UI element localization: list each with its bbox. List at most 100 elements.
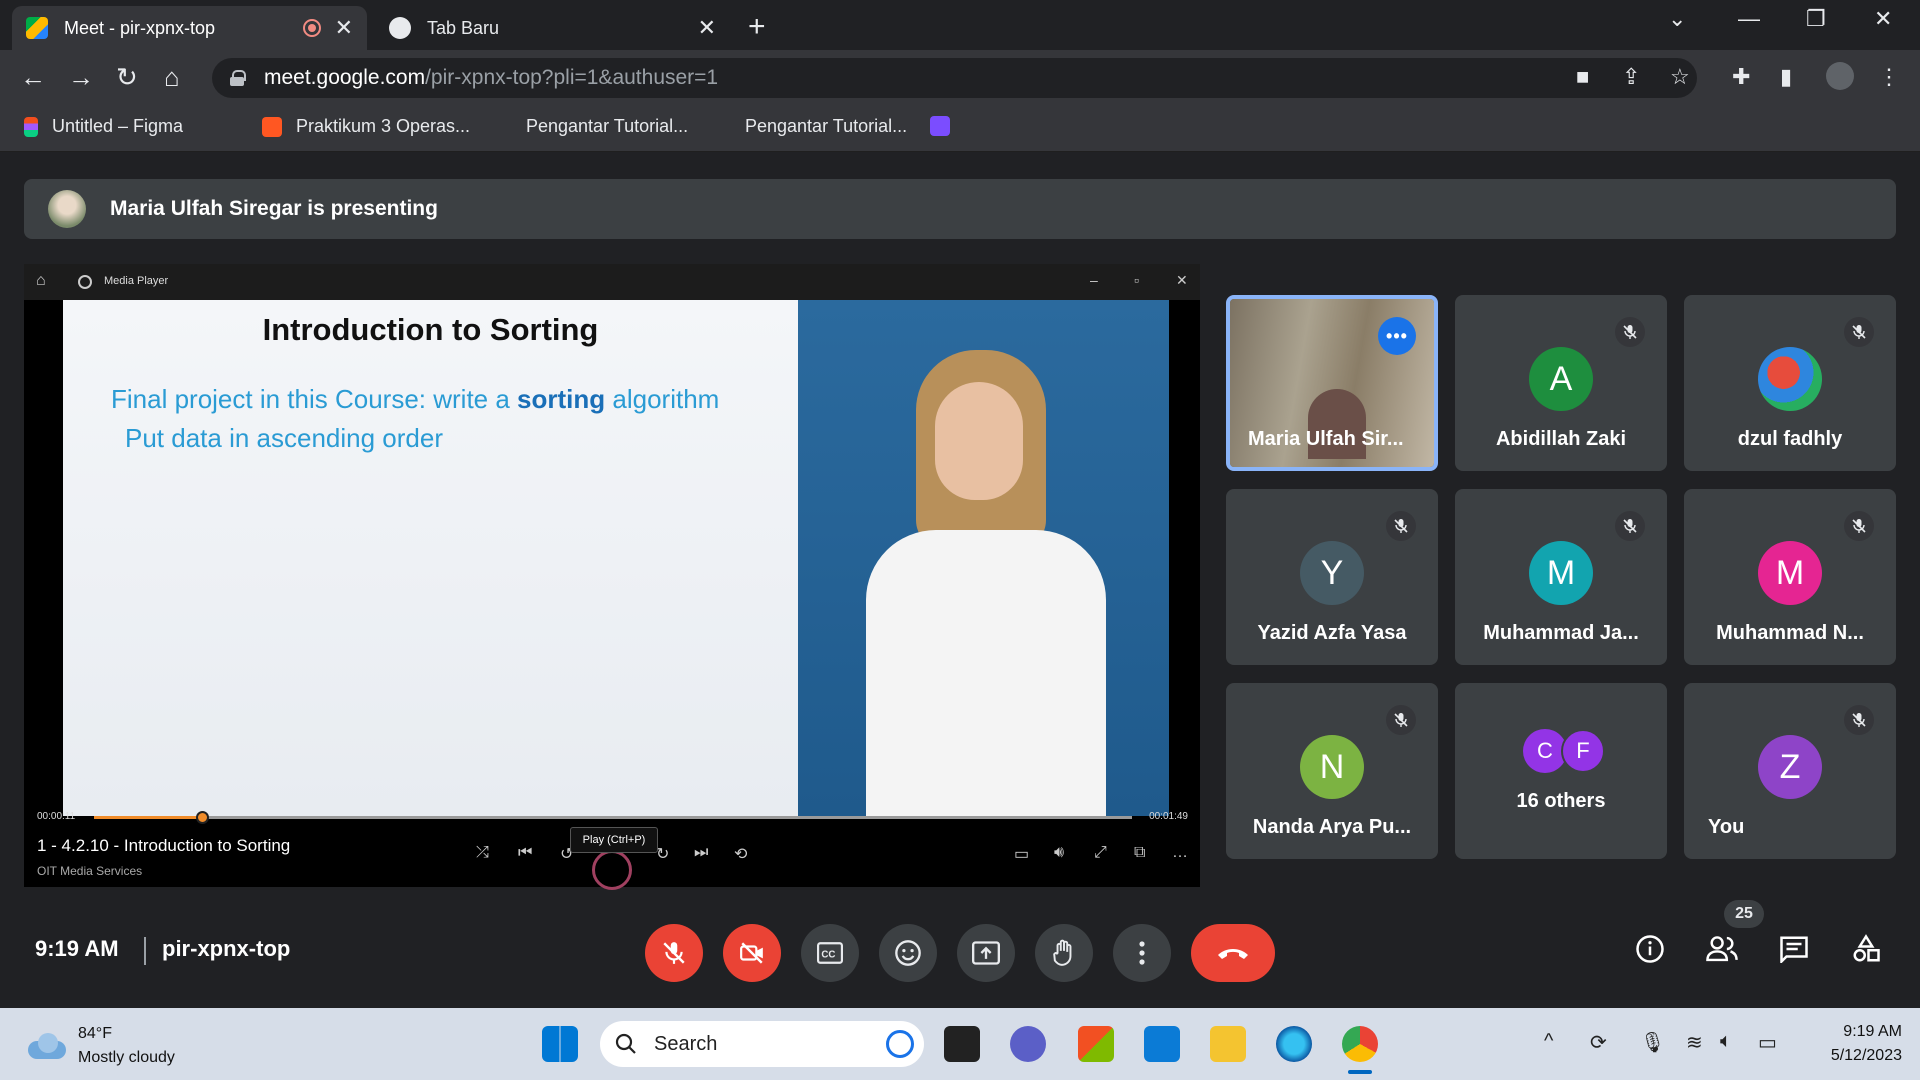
instructor-face — [935, 382, 1023, 500]
battery-icon[interactable]: ▭ — [1758, 1030, 1777, 1055]
tab-title: Tab Baru — [427, 17, 500, 38]
participant-name: Maria Ulfah Sir... — [1248, 428, 1404, 450]
captions-button[interactable]: CC — [801, 924, 859, 982]
mic-off-icon — [1615, 511, 1645, 541]
captions-icon: ▭ — [1014, 846, 1030, 863]
lock-icon[interactable] — [230, 70, 246, 86]
participant-tile[interactable]: dzul fadhly — [1684, 295, 1896, 471]
minimize-icon[interactable]: — — [1738, 6, 1760, 32]
others-tile[interactable]: C F 16 others — [1455, 683, 1667, 859]
address-bar[interactable]: meet.google.com/pir-xpnx-top?pli=1&authu… — [212, 58, 1697, 98]
extensions-icon[interactable]: ✚ — [1732, 64, 1750, 90]
activities-icon — [1853, 934, 1880, 962]
participant-tile[interactable]: N Nanda Arya Pu... — [1226, 683, 1438, 859]
wifi-icon[interactable]: ≋ — [1686, 1030, 1703, 1055]
task-view-icon[interactable] — [944, 1026, 980, 1062]
more-options-button[interactable] — [1113, 924, 1171, 982]
windows-start-icon[interactable] — [542, 1026, 578, 1062]
participant-tile-you[interactable]: Z You — [1684, 683, 1896, 859]
present-screen-button[interactable] — [957, 924, 1015, 982]
weather-widget[interactable]: 84°F Mostly cloudy — [28, 1022, 175, 1070]
participant-tile[interactable]: A Abidillah Zaki — [1455, 295, 1667, 471]
time-total: 00:01:49 — [1149, 811, 1188, 822]
others-count: 16 others — [1516, 790, 1606, 812]
sync-icon[interactable]: ⟳ — [1590, 1030, 1607, 1055]
search-icon — [615, 1033, 636, 1054]
bookmark-figma[interactable]: Untitled – Figma — [24, 116, 183, 137]
leave-call-button[interactable] — [1191, 924, 1275, 982]
active-app-indicator — [1348, 1070, 1372, 1074]
close-tab-icon[interactable]: ✕ — [698, 15, 716, 41]
forward-icon[interactable]: → — [68, 62, 94, 93]
share-icon[interactable]: ⇪ — [1622, 64, 1640, 90]
menu-icon[interactable]: ⋮ — [1878, 64, 1900, 90]
microphone-icon[interactable]: 🎙︎ — [1640, 1030, 1665, 1055]
reload-icon[interactable]: ↻ — [116, 62, 138, 93]
participant-tile[interactable]: M Muhammad N... — [1684, 489, 1896, 665]
media-player-titlebar: ⌂ Media Player – ▫ ✕ — [24, 264, 1200, 300]
divider — [144, 937, 146, 965]
temperature: 84°F — [78, 1025, 112, 1042]
participant-tile-maria[interactable]: ••• Maria Ulfah Sir... — [1226, 295, 1438, 471]
tab-new[interactable]: Tab Baru ✕ — [375, 6, 730, 50]
restore-icon[interactable]: ❐ — [1806, 6, 1826, 32]
forward-30-icon: ↻ — [656, 846, 670, 863]
taskbar-search[interactable]: Search — [600, 1021, 924, 1067]
activities-button[interactable] — [1846, 929, 1886, 969]
side-panel-icon[interactable]: ▮ — [1780, 64, 1792, 90]
miniplayer-icon: ⧉ — [1134, 844, 1146, 861]
chat-button[interactable] — [1774, 929, 1814, 969]
show-hidden-icons[interactable]: ^ — [1544, 1030, 1553, 1053]
system-date: 5/12/2023 — [1830, 1047, 1902, 1064]
people-icon — [1706, 936, 1738, 962]
store-icon[interactable] — [1078, 1026, 1114, 1062]
new-tab-button[interactable]: + — [748, 10, 766, 44]
bookmark-pengantar-2[interactable]: Pengantar Tutorial... — [745, 116, 907, 137]
next-icon: ⏭ — [694, 844, 709, 861]
l-app-icon[interactable] — [1144, 1026, 1180, 1062]
participant-name: You — [1708, 816, 1745, 838]
more-icon: … — [1172, 844, 1188, 861]
url-path: /pir-xpnx-top?pli=1&authuser=1 — [425, 66, 719, 89]
reactions-button[interactable] — [879, 924, 937, 982]
raise-hand-button[interactable] — [1035, 924, 1093, 982]
bookmark-list[interactable] — [930, 116, 964, 136]
participant-tile[interactable]: M Muhammad Ja... — [1455, 489, 1667, 665]
recording-icon — [302, 19, 321, 37]
close-window-icon[interactable]: ✕ — [1874, 6, 1892, 32]
slide: Introduction to Sorting Final project in… — [63, 300, 798, 816]
people-button[interactable] — [1702, 929, 1742, 969]
volume-icon[interactable]: 🔈︎ — [1720, 1030, 1732, 1053]
tab-search-icon[interactable]: ⌄ — [1668, 6, 1686, 32]
meeting-details-button[interactable] — [1630, 929, 1670, 969]
tab-meet[interactable]: Meet - pir-xpnx-top ✕ — [12, 6, 367, 50]
previous-icon: ⏮ — [518, 844, 533, 861]
teams-chat-icon[interactable] — [1010, 1026, 1046, 1062]
more-options-icon[interactable]: ••• — [1378, 317, 1416, 355]
chat-icon — [1780, 936, 1808, 963]
slide-line-2: Put data in ascending order — [125, 423, 443, 453]
close-tab-icon[interactable]: ✕ — [335, 15, 353, 41]
edge-icon[interactable] — [1276, 1026, 1312, 1062]
mic-off-icon — [1386, 511, 1416, 541]
file-explorer-icon[interactable] — [1210, 1026, 1246, 1062]
bookmark-pengantar-1[interactable]: Pengantar Tutorial... — [526, 116, 688, 137]
participant-tile[interactable]: Y Yazid Azfa Yasa — [1226, 489, 1438, 665]
mic-off-icon — [1844, 511, 1874, 541]
info-icon — [1636, 935, 1664, 963]
camera-icon[interactable]: ■ — [1576, 64, 1589, 90]
camera-toggle-button[interactable] — [723, 924, 781, 982]
chrome-icon[interactable] — [1342, 1026, 1378, 1062]
maximize-icon: ▫ — [1134, 272, 1139, 288]
back-icon[interactable]: ← — [20, 62, 46, 93]
profile-avatar[interactable] — [1826, 62, 1854, 90]
bookmark-star-icon[interactable]: ☆ — [1670, 64, 1690, 90]
slide-line-1: Final project in this Course: write a so… — [111, 384, 719, 415]
bookmark-label: Pengantar Tutorial... — [745, 116, 908, 136]
blogger-icon — [262, 116, 282, 137]
mic-toggle-button[interactable] — [645, 924, 703, 982]
system-clock[interactable]: 9:19 AM 5/12/2023 — [1806, 1020, 1902, 1068]
participant-avatar: M — [1758, 541, 1822, 605]
bookmark-praktikum[interactable]: Praktikum 3 Operas... — [262, 116, 470, 137]
home-icon[interactable]: ⌂ — [164, 62, 180, 93]
